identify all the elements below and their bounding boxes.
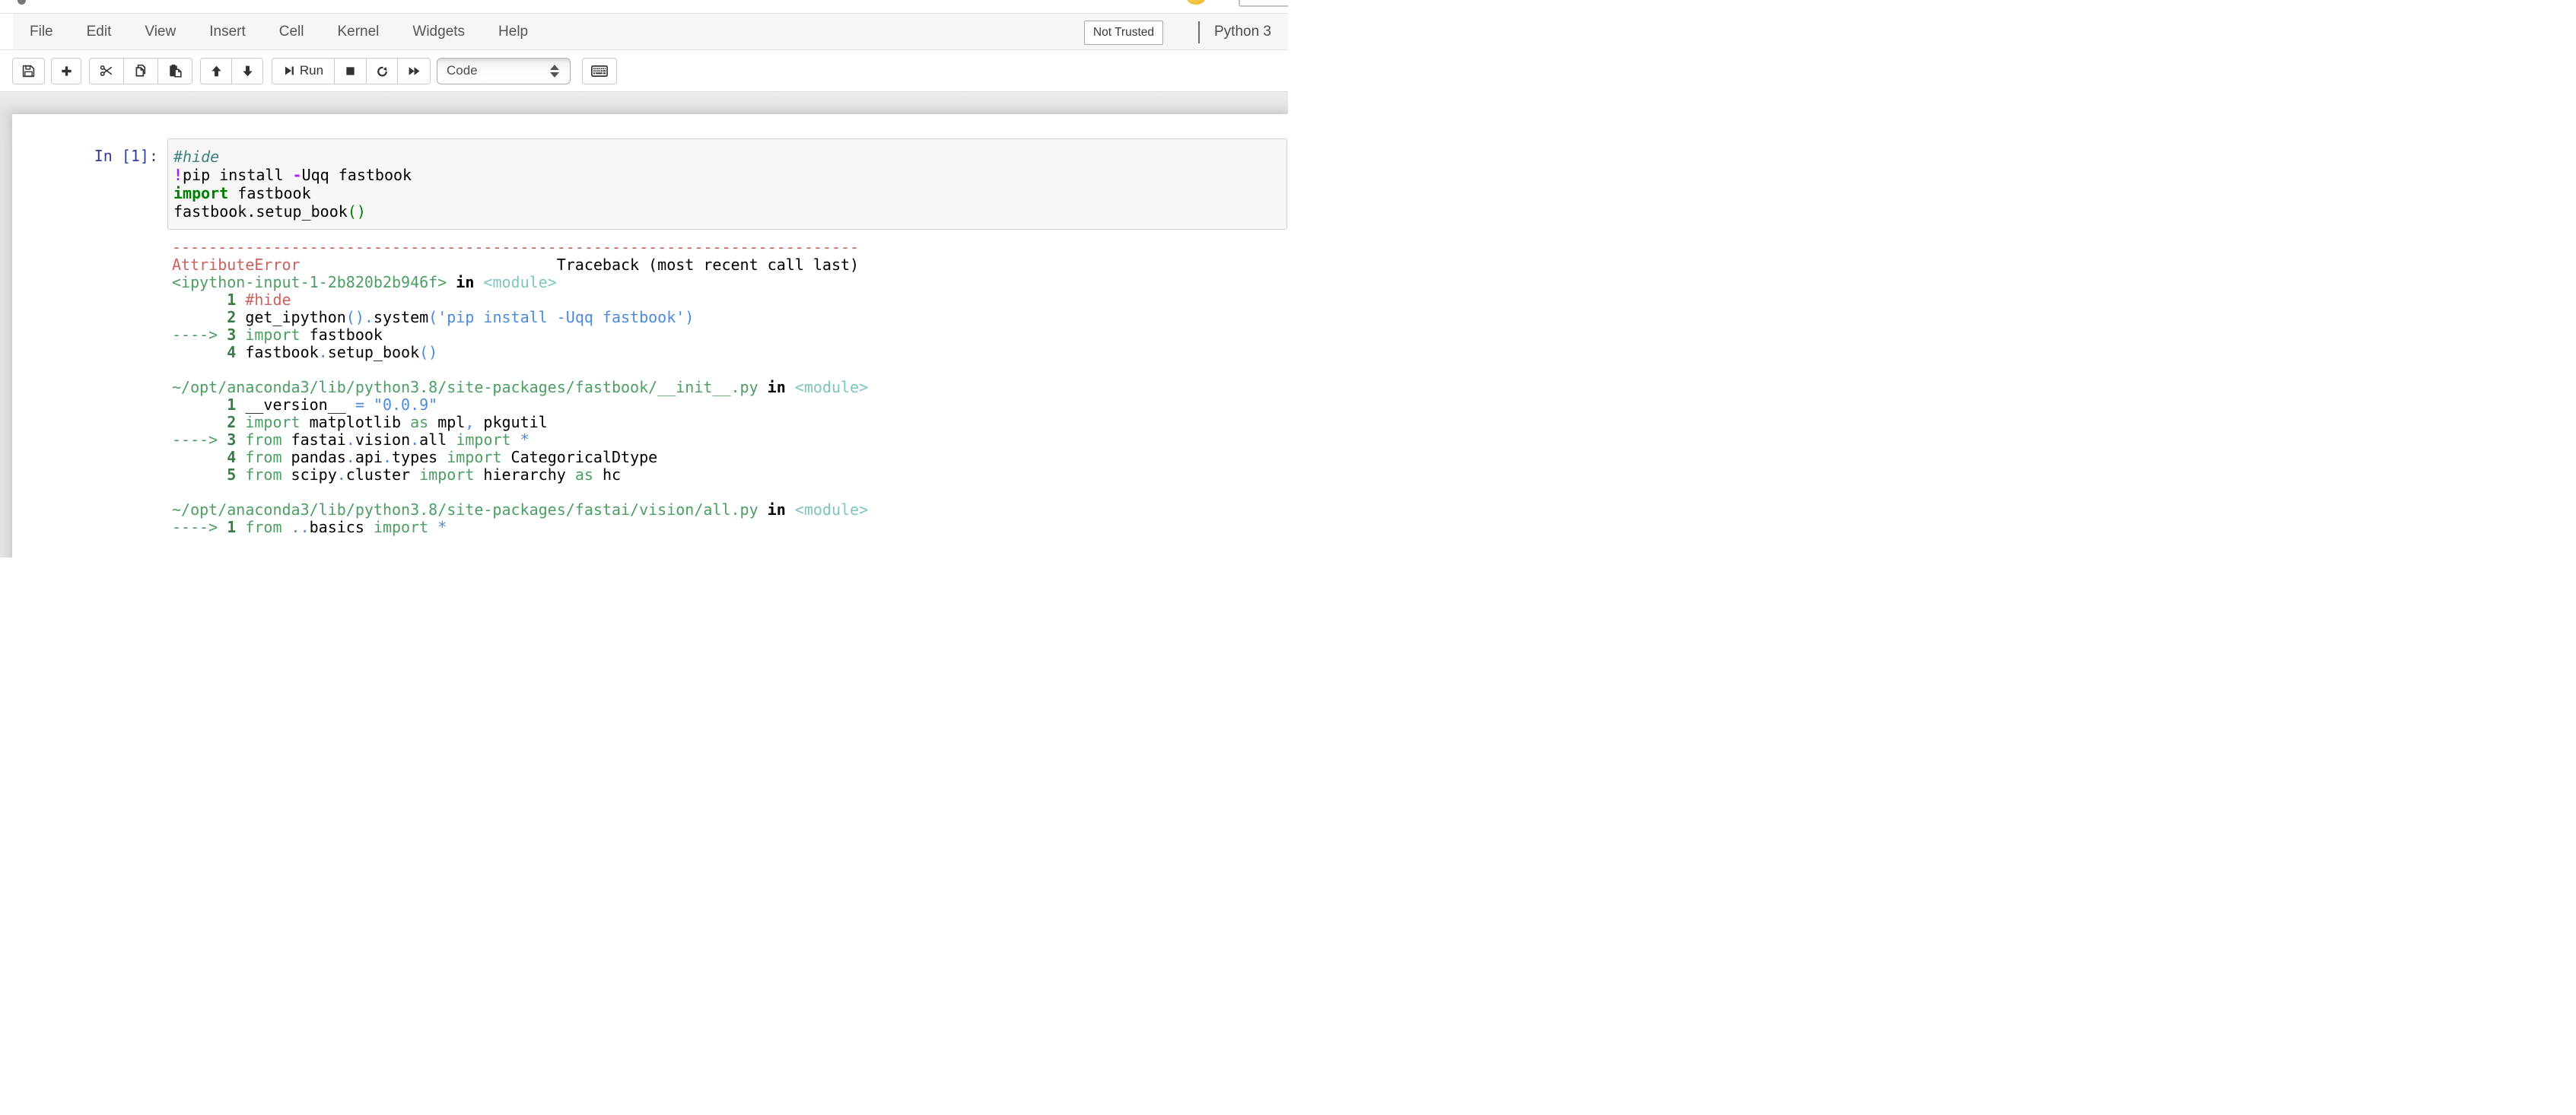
menu-list: File Edit View Insert Cell Kernel Widgets Help: [13, 14, 545, 49]
arrow-up-icon: [211, 65, 221, 76]
fast-forward-icon: [409, 66, 419, 75]
menu-item-widgets[interactable]: Widgets: [396, 14, 482, 49]
run-label: Run: [299, 63, 324, 78]
kernel-name-label: Python 3: [1214, 24, 1271, 40]
menu-item-edit[interactable]: Edit: [70, 14, 129, 49]
run-button-group: Run: [272, 57, 431, 84]
command-palette-button[interactable]: [582, 57, 617, 84]
not-trusted-button[interactable]: Not Trusted: [1083, 21, 1163, 45]
menu-item-view[interactable]: View: [128, 14, 192, 49]
move-button-group: [200, 57, 263, 84]
menu-item-cell[interactable]: Cell: [262, 14, 321, 49]
menu-item-file[interactable]: File: [13, 14, 70, 49]
copy-cells-button[interactable]: [123, 57, 158, 84]
notebook-page-background: In [1]: #hide !pip install -Uqq fastbook…: [0, 92, 1288, 558]
restart-icon: [377, 66, 387, 77]
edit-button-group: [89, 57, 192, 84]
cell-input-row: In [1]: #hide !pip install -Uqq fastbook…: [12, 138, 1288, 230]
restart-kernel-button[interactable]: [366, 57, 398, 84]
clipboard-paste-icon: [170, 64, 182, 78]
kernel-separator: [1198, 21, 1200, 43]
input-prompt: In [1]:: [94, 147, 158, 165]
save-button[interactable]: [12, 57, 45, 84]
notebook-toolbar: Run Code: [0, 50, 1288, 92]
run-icon: [285, 66, 294, 75]
notebook-container: In [1]: #hide !pip install -Uqq fastbook…: [12, 114, 1288, 558]
error-traceback: ----------------------------------------…: [172, 238, 869, 536]
menu-item-insert[interactable]: Insert: [192, 14, 262, 49]
code-text: #hide !pip install -Uqq fastbook import …: [173, 148, 412, 221]
copy-icon: [135, 64, 146, 77]
jupyter-notebook-window: File Edit View Insert Cell Kernel Widgets Help …: [0, 0, 1288, 558]
scissors-icon: [100, 65, 113, 77]
jupyter-logo-partial-icon: [17, 0, 26, 5]
paste-cells-button[interactable]: [157, 57, 192, 84]
keyboard-icon: [591, 65, 608, 77]
cell-type-select[interactable]: Code: [437, 57, 571, 84]
arrow-down-icon: [242, 65, 253, 76]
plus-icon: [61, 65, 72, 76]
code-cell[interactable]: In [1]: #hide !pip install -Uqq fastbook…: [12, 138, 1288, 536]
interrupt-kernel-button[interactable]: [334, 57, 367, 84]
browser-top-strip: [0, 0, 1288, 13]
move-cell-up-button[interactable]: [200, 57, 232, 84]
menu-item-help[interactable]: Help: [482, 14, 545, 49]
code-editor[interactable]: #hide !pip install -Uqq fastbook import …: [167, 138, 1287, 230]
cell-output-area: ----------------------------------------…: [172, 239, 1288, 536]
logout-button-partial[interactable]: [1239, 0, 1288, 7]
notification-blob-icon: [1187, 0, 1205, 5]
select-caret-icon: [550, 64, 559, 78]
menu-item-kernel[interactable]: Kernel: [320, 14, 396, 49]
insert-cell-button[interactable]: [51, 57, 81, 84]
move-cell-down-button[interactable]: [231, 57, 263, 84]
save-icon: [22, 65, 35, 77]
run-cell-button[interactable]: Run: [272, 57, 335, 84]
cut-cells-button[interactable]: [89, 57, 124, 84]
cell-type-value: Code: [447, 63, 478, 78]
restart-run-all-button[interactable]: [397, 57, 431, 84]
menu-bar: File Edit View Insert Cell Kernel Widgets Help …: [0, 13, 1288, 50]
stop-icon: [346, 66, 355, 75]
